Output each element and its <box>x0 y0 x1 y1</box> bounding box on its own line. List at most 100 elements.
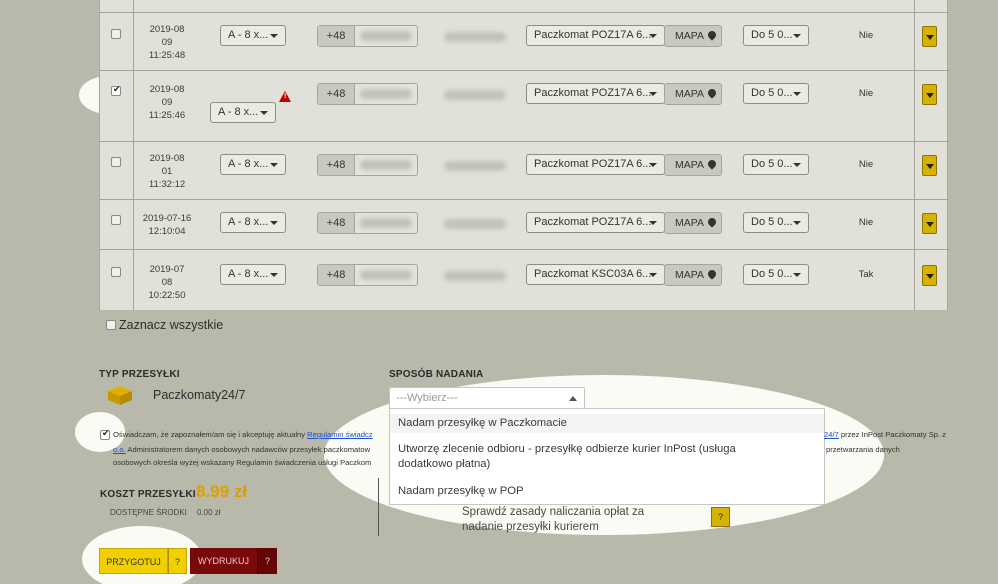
recipient-name-blurred <box>444 271 506 281</box>
consent-line-1-right: 24/7 przez InPost Paczkomaty Sp. z <box>824 430 946 439</box>
recipient-name-blurred <box>444 32 506 42</box>
warning-icon: ! <box>279 91 291 102</box>
select-all-checkbox[interactable] <box>106 320 116 330</box>
chevron-down-icon <box>926 274 934 279</box>
phone-field[interactable]: +48 <box>317 212 418 234</box>
table-row: 2019-08 09 11:25:48 A - 8 x... +48 Paczkom… <box>100 13 949 71</box>
parcel-type-heading: TYP PRZESYŁKI <box>99 369 180 380</box>
map-button[interactable]: MAPA <box>664 264 722 286</box>
dispatch-option-locker[interactable]: Nadam przesyłkę w Paczkomacie <box>390 414 824 433</box>
size-select[interactable]: A - 8 x... <box>220 212 286 233</box>
map-button[interactable]: MAPA <box>664 212 722 234</box>
map-button[interactable]: MAPA <box>664 25 722 47</box>
terms-link-continued[interactable]: 24/7 <box>824 430 839 439</box>
map-pin-icon <box>706 268 718 280</box>
row-checkbox[interactable] <box>111 157 121 167</box>
table-row-partial <box>100 0 949 13</box>
locker-select[interactable]: Paczkomat POZ17A 6... <box>526 212 665 233</box>
recipient-name-blurred <box>444 219 506 229</box>
map-button[interactable]: MAPA <box>664 154 722 176</box>
print-help-button[interactable]: ? <box>257 548 277 574</box>
row-checkbox[interactable] <box>111 29 121 39</box>
table-row: 2019-07-16 12:10:04 A - 8 x... +48 Paczko… <box>100 200 949 250</box>
row-checkbox[interactable] <box>111 267 121 277</box>
recipient-name-blurred <box>444 161 506 171</box>
consent-line-1: Oświadczam, że zapoznałem/am się i akcep… <box>113 430 373 439</box>
row-actions-button[interactable] <box>922 265 937 286</box>
phone-field[interactable]: +48 <box>317 154 418 176</box>
cost-value: 8.99 zł <box>196 482 248 501</box>
box-icon <box>106 385 134 405</box>
select-all-label: Zaznacz wszystkie <box>119 318 224 332</box>
caret-up-icon <box>569 396 577 401</box>
size-select[interactable]: A - 8 x... <box>220 25 286 46</box>
courier-fee-hint-line-1: Sprawdź zasady naliczania opłat za <box>462 506 645 518</box>
dispatch-option-courier[interactable]: Utworzę zlecenie odbioru - przesyłkę odb… <box>398 442 793 472</box>
funds-label: DOSTĘPNE ŚRODKI <box>110 508 187 517</box>
row-actions-button[interactable] <box>922 155 937 176</box>
table-row: ✔ 2019-08 09 11:25:46 ! A - 8 x... +48 Pac… <box>100 71 949 142</box>
prepare-help-button[interactable]: ? <box>168 548 187 574</box>
row-checkbox[interactable] <box>111 215 121 225</box>
map-pin-icon <box>706 87 718 99</box>
row-actions-button[interactable] <box>922 84 937 105</box>
prepare-button[interactable]: PRZYGOTUJ <box>99 548 168 574</box>
size-select[interactable]: A - 8 x... <box>210 102 276 123</box>
dispatch-select-placeholder: ---Wybierz--- <box>396 392 458 404</box>
row-actions-button[interactable] <box>922 26 937 47</box>
locker-select[interactable]: Paczkomat KSC03A 6... <box>526 264 665 285</box>
row-date: 2019-07 08 10:22:50 <box>148 264 186 301</box>
cost-label: KOSZT PRZESYŁKI <box>100 489 196 500</box>
terms-link[interactable]: Regulamin świadcz <box>307 430 372 439</box>
consent-checkbox[interactable]: ✔ <box>100 428 110 440</box>
chevron-down-icon <box>926 93 934 98</box>
row-checkbox[interactable]: ✔ <box>111 84 121 96</box>
table-row: 2019-08 01 11:32:12 A - 8 x... +48 Paczkom… <box>100 142 949 200</box>
dispatch-heading: SPOSÓB NADANIA <box>389 369 484 380</box>
row-date: 2019-07-16 12:10:04 <box>142 213 192 237</box>
row-date: 2019-08 09 11:25:46 <box>148 84 186 121</box>
funds-value: 0.00 zł <box>197 508 221 517</box>
dispatch-select[interactable]: ---Wybierz--- <box>389 387 585 409</box>
row-status: Nie <box>858 217 874 228</box>
size-select[interactable]: A - 8 x... <box>220 264 286 285</box>
chevron-down-icon <box>926 35 934 40</box>
dispatch-option-pop[interactable]: Nadam przesyłkę w POP <box>398 484 524 499</box>
courier-fee-help-button[interactable]: ? <box>711 507 730 527</box>
phone-field[interactable]: +48 <box>317 83 418 105</box>
chevron-down-icon <box>926 164 934 169</box>
courier-fee-hint-line-2: nadanie przesyłki kurierem <box>462 521 599 533</box>
consent-line-3: osobowych określa wyżej wskazany Regulam… <box>113 458 372 467</box>
map-pin-icon <box>706 158 718 170</box>
size-select[interactable]: A - 8 x... <box>220 154 286 175</box>
parcel-table: 2019-08 09 11:25:48 A - 8 x... +48 Paczkom… <box>99 0 949 310</box>
chevron-down-icon <box>926 222 934 227</box>
insurance-select[interactable]: Do 5 0... <box>743 264 809 285</box>
locker-select[interactable]: Paczkomat POZ17A 6... <box>526 154 665 175</box>
table-row: 2019-07 08 10:22:50 A - 8 x... +48 Paczkom… <box>100 250 949 310</box>
row-status: Tak <box>858 269 874 280</box>
insurance-select[interactable]: Do 5 0... <box>743 83 809 104</box>
print-button[interactable]: WYDRUKUJ <box>190 548 257 574</box>
map-pin-icon <box>706 29 718 41</box>
phone-field[interactable]: +48 <box>317 25 418 47</box>
row-status: Nie <box>858 159 874 170</box>
locker-select[interactable]: Paczkomat POZ17A 6... <box>526 83 665 104</box>
phone-field[interactable]: +48 <box>317 264 418 286</box>
row-status: Nie <box>858 88 874 99</box>
insurance-select[interactable]: Do 5 0... <box>743 154 809 175</box>
column-divider <box>378 478 379 536</box>
insurance-select[interactable]: Do 5 0... <box>743 25 809 46</box>
row-actions-button[interactable] <box>922 213 937 234</box>
company-link[interactable]: o.o. <box>113 445 126 454</box>
recipient-name-blurred <box>444 90 506 100</box>
row-date: 2019-08 01 11:32:12 <box>148 153 186 190</box>
map-pin-icon <box>706 216 718 228</box>
row-status: Nie <box>858 30 874 41</box>
map-button[interactable]: MAPA <box>664 83 722 105</box>
consent-line-2-right: przetwarzania danych <box>826 445 900 454</box>
consent-line-2: o.o. Administratorem danych osobowych na… <box>113 445 371 454</box>
insurance-select[interactable]: Do 5 0... <box>743 212 809 233</box>
locker-select[interactable]: Paczkomat POZ17A 6... <box>526 25 665 46</box>
dispatch-options-list: Nadam przesyłkę w Paczkomacie Utworzę zl… <box>389 408 825 505</box>
